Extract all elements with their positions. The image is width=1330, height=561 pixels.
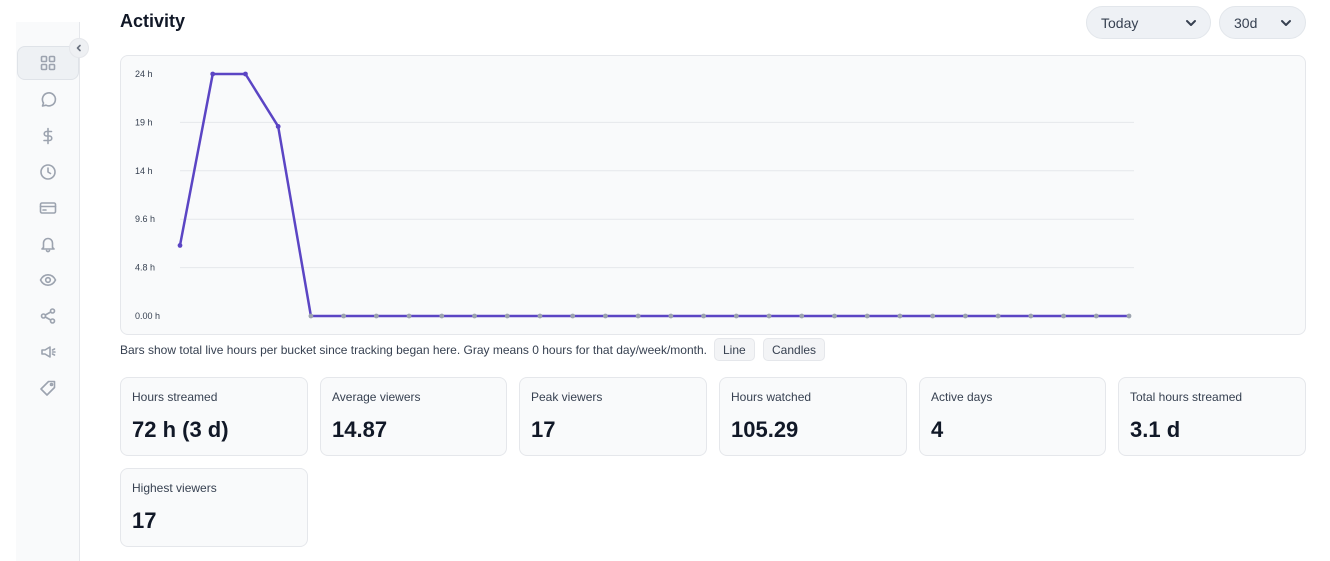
dollar-icon xyxy=(42,127,53,145)
period-dropdown[interactable]: 30d xyxy=(1219,6,1306,39)
stat-value: 72 h (3 d) xyxy=(132,417,229,442)
bell-icon xyxy=(40,237,55,253)
y-tick-label: 0.00 h xyxy=(135,311,160,321)
data-point xyxy=(439,313,445,319)
range-dropdown[interactable]: Today xyxy=(1086,6,1211,39)
stat-card-highest-viewers: Highest viewers 17 xyxy=(120,468,308,547)
data-point xyxy=(635,313,641,319)
stat-value: 14.87 xyxy=(332,417,388,442)
activity-chart: 24 h 19 h 14 h 9.6 h 4.8 h 0.00 h xyxy=(120,55,1306,335)
data-point xyxy=(243,71,248,77)
data-point xyxy=(1126,313,1132,319)
data-point xyxy=(373,313,379,319)
share-icon xyxy=(40,308,55,324)
card-icon xyxy=(39,202,56,214)
chart-note: Bars show total live hours per bucket si… xyxy=(120,343,707,357)
stat-value: 4 xyxy=(931,417,944,442)
stat-label: Peak viewers xyxy=(531,390,603,404)
line-mode-button[interactable]: Line xyxy=(714,338,755,361)
y-tick-label: 24 h xyxy=(135,69,153,79)
stat-value: 17 xyxy=(531,417,556,442)
range-dropdown-value: Today xyxy=(1101,14,1139,31)
sidebar-item-share[interactable] xyxy=(16,299,79,333)
sidebar-item-notifications[interactable] xyxy=(16,227,79,261)
chevron-left-icon xyxy=(76,44,81,52)
data-point xyxy=(1093,313,1099,319)
data-point xyxy=(766,313,772,319)
stat-value: 105.29 xyxy=(731,417,799,442)
y-tick-label: 14 h xyxy=(135,166,153,176)
data-point xyxy=(962,313,968,319)
y-tick-label: 19 h xyxy=(135,117,153,127)
chat-icon xyxy=(41,92,56,107)
stat-card-peak-viewers: Peak viewers 17 xyxy=(519,377,707,456)
data-point xyxy=(995,313,1001,319)
stat-value: 17 xyxy=(132,508,157,533)
clock-icon xyxy=(39,164,56,180)
stat-label: Active days xyxy=(931,390,993,404)
sidebar-item-views[interactable] xyxy=(16,263,79,297)
stat-label: Highest viewers xyxy=(132,481,217,495)
sidebar-item-payments[interactable] xyxy=(16,191,79,225)
sidebar-item-history[interactable] xyxy=(16,155,79,189)
data-point xyxy=(177,243,183,248)
chevron-down-icon xyxy=(1281,19,1291,26)
stat-card-active-days: Active days 4 xyxy=(919,377,1106,456)
data-point xyxy=(1061,313,1066,319)
stat-label: Average viewers xyxy=(332,390,421,404)
data-point xyxy=(799,313,805,319)
data-point xyxy=(668,313,674,319)
sidebar-item-chat[interactable] xyxy=(16,83,79,117)
megaphone-icon xyxy=(40,346,56,358)
y-tick-label: 9.6 h xyxy=(135,214,155,224)
candles-mode-button[interactable]: Candles xyxy=(763,338,826,361)
eye-icon xyxy=(39,274,56,286)
grid-icon xyxy=(40,55,56,71)
data-point xyxy=(341,313,347,319)
sidebar xyxy=(16,22,80,561)
data-point xyxy=(472,313,477,319)
stat-label: Hours streamed xyxy=(132,390,218,404)
chevron-down-icon xyxy=(1186,19,1196,26)
data-point xyxy=(603,313,608,319)
tag-icon xyxy=(39,380,55,396)
sidebar-item-earnings[interactable] xyxy=(16,119,79,153)
y-tick-label: 4.8 h xyxy=(135,263,155,273)
stat-card-hours-streamed: Hours streamed 72 h (3 d) xyxy=(120,377,308,456)
stat-card-total-hours-streamed: Total hours streamed 3.1 d xyxy=(1118,377,1306,456)
data-point xyxy=(864,313,870,319)
data-point xyxy=(308,313,314,319)
data-point xyxy=(537,313,543,319)
data-point xyxy=(897,313,903,319)
data-point xyxy=(930,313,936,319)
sidebar-item-promotions[interactable] xyxy=(16,371,79,405)
page-title: Activity xyxy=(120,11,186,31)
stat-card-hours-watched: Hours watched 105.29 xyxy=(719,377,907,456)
activity-chart-svg: 24 h 19 h 14 h 9.6 h 4.8 h 0.00 h xyxy=(135,69,1134,321)
data-point xyxy=(832,313,837,319)
stat-card-average-viewers: Average viewers 14.87 xyxy=(320,377,507,456)
data-point xyxy=(701,313,706,319)
sidebar-collapse-button[interactable] xyxy=(69,38,89,58)
period-dropdown-value: 30d xyxy=(1234,14,1258,31)
data-point xyxy=(406,313,412,319)
data-point xyxy=(275,124,281,129)
stat-value: 3.1 d xyxy=(1130,417,1181,442)
data-point xyxy=(570,313,576,319)
stat-label: Total hours streamed xyxy=(1130,390,1243,404)
data-point xyxy=(733,313,739,319)
data-point xyxy=(1028,313,1034,319)
stat-label: Hours watched xyxy=(731,390,812,404)
data-point xyxy=(210,71,216,77)
series-line xyxy=(178,72,1131,318)
sidebar-item-announcements[interactable] xyxy=(16,335,79,369)
data-point xyxy=(504,313,510,319)
